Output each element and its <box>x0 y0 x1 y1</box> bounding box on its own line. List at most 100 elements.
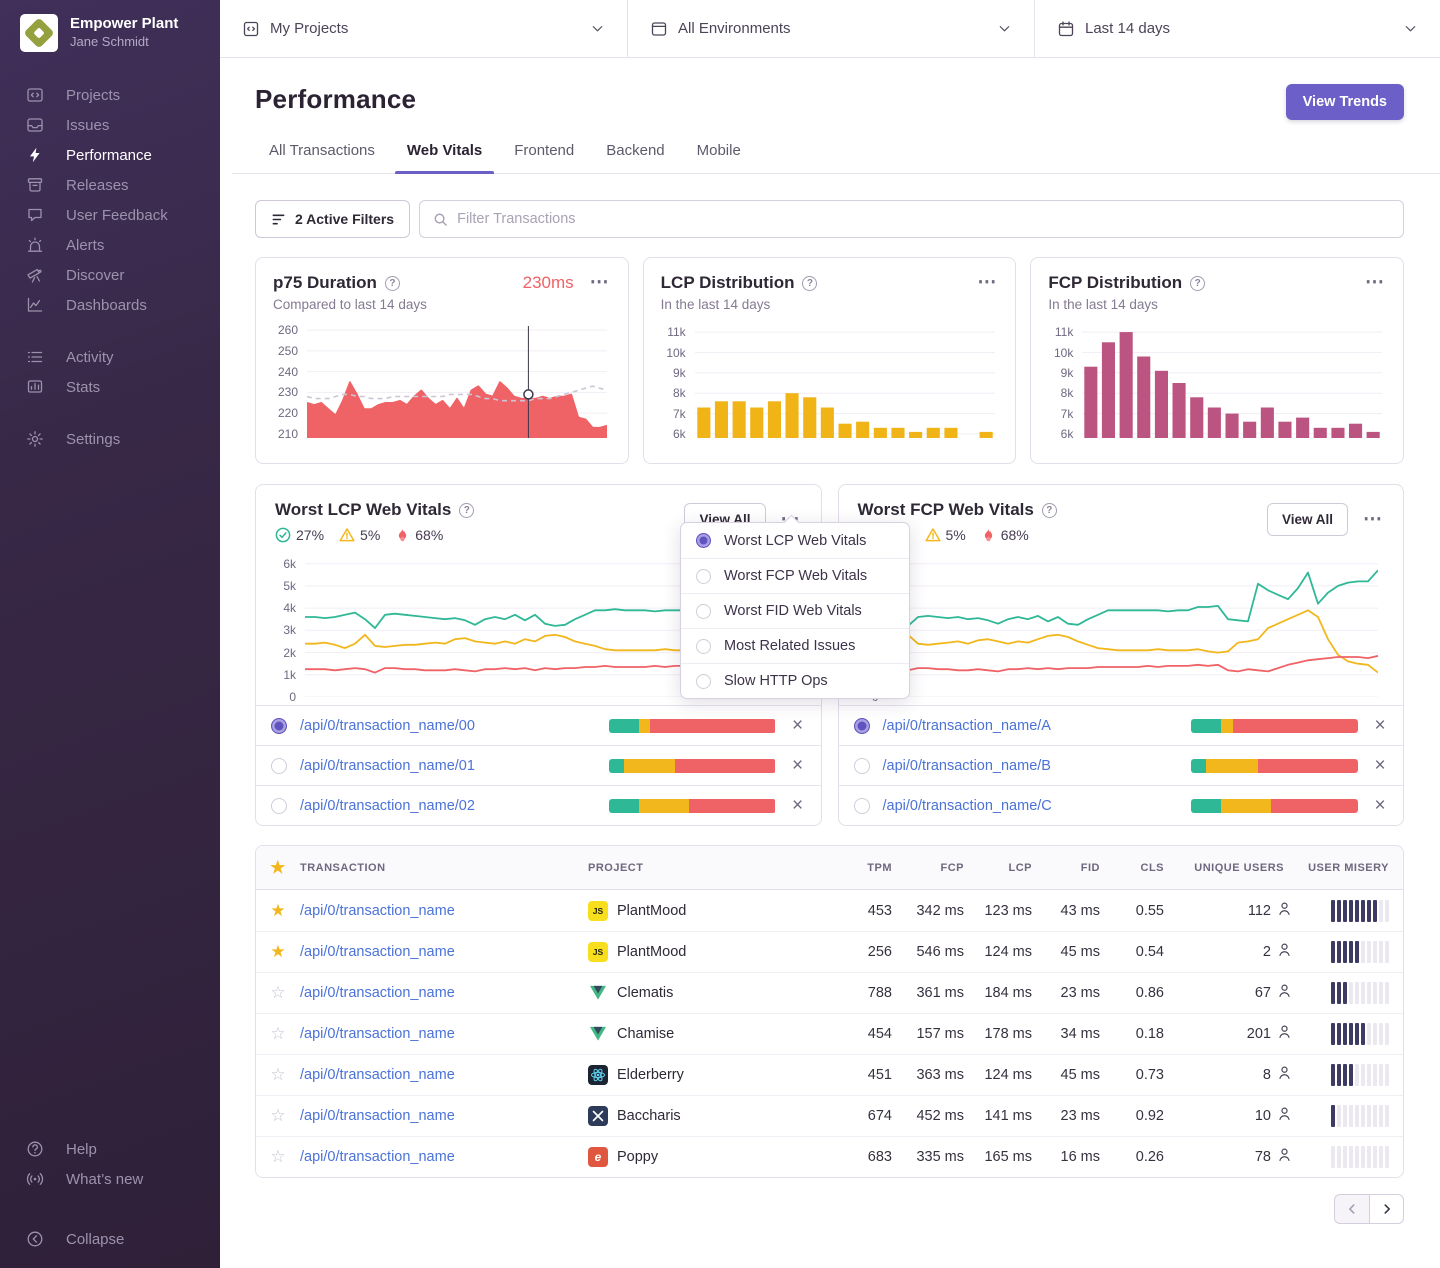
transaction-link[interactable]: /api/0/transaction_name/C <box>883 798 1192 814</box>
active-filters-button[interactable]: 2 Active Filters <box>255 200 410 238</box>
warning-triangle-icon <box>339 527 355 543</box>
environment-selector[interactable]: All Environments <box>628 0 1035 57</box>
more-icon[interactable]: ⋯ <box>1363 514 1384 525</box>
next-page-button[interactable] <box>1369 1194 1404 1224</box>
more-icon[interactable]: ⋯ <box>977 277 998 288</box>
transaction-link[interactable]: /api/0/transaction_name <box>300 1149 588 1165</box>
star-outline-icon[interactable]: ☆ <box>256 983 300 1003</box>
close-icon[interactable]: × <box>788 716 808 735</box>
close-icon[interactable]: × <box>1370 796 1390 815</box>
sidebar-item-issues[interactable]: Issues <box>0 110 220 140</box>
sidebar-item-user-feedback[interactable]: User Feedback <box>0 200 220 230</box>
radio-selected-icon[interactable] <box>854 718 870 734</box>
transaction-link[interactable]: /api/0/transaction_name <box>300 1067 588 1083</box>
sidebar-item-alerts[interactable]: Alerts <box>0 230 220 260</box>
sidebar-item-settings[interactable]: Settings <box>0 424 220 454</box>
fcp-value: 342 ms <box>896 903 968 919</box>
sidebar-item-projects[interactable]: Projects <box>0 80 220 110</box>
y-axis-labels: 260250240230220210 <box>273 326 307 438</box>
transaction-link[interactable]: /api/0/transaction_name/02 <box>300 798 609 814</box>
help-icon[interactable]: ? <box>1190 276 1205 291</box>
more-icon[interactable]: ⋯ <box>590 277 611 288</box>
help-icon[interactable]: ? <box>802 276 817 291</box>
dropdown-item-worst-fid-web-vitals[interactable]: Worst FID Web Vitals <box>681 593 909 628</box>
transaction-link[interactable]: /api/0/transaction_name <box>300 903 588 919</box>
transaction-link[interactable]: /api/0/transaction_name <box>300 944 588 960</box>
transaction-link[interactable]: /api/0/transaction_name <box>300 985 588 1001</box>
vitals-transaction-row: /api/0/transaction_name/A × <box>839 705 1404 745</box>
user-icon <box>1277 1147 1292 1167</box>
tab-all-transactions[interactable]: All Transactions <box>255 142 389 173</box>
transaction-link[interactable]: /api/0/transaction_name/00 <box>300 718 609 734</box>
search-input[interactable] <box>457 211 1390 227</box>
cls-value: 0.26 <box>1104 1149 1168 1165</box>
worst-fcp-chart[interactable] <box>888 557 1378 697</box>
active-filters-label: 2 Active Filters <box>295 211 394 227</box>
sidebar-item-discover[interactable]: Discover <box>0 260 220 290</box>
transaction-link[interactable]: /api/0/transaction_name/A <box>883 718 1192 734</box>
star-outline-icon[interactable]: ☆ <box>256 1106 300 1126</box>
unique-users-cell: 67 <box>1168 983 1298 1003</box>
sidebar-item-collapse[interactable]: Collapse <box>0 1224 220 1254</box>
activity-icon <box>26 348 44 366</box>
column-header-lcp: LCP <box>968 862 1036 874</box>
radio-icon[interactable] <box>854 758 870 774</box>
radio-icon[interactable] <box>854 798 870 814</box>
help-icon[interactable]: ? <box>1042 503 1057 518</box>
org-switcher[interactable]: Empower Plant Jane Schmidt <box>0 0 220 52</box>
check-circle-icon <box>275 527 291 543</box>
p75-duration-chart[interactable] <box>307 326 607 438</box>
view-all-button[interactable]: View All <box>1267 503 1348 536</box>
sidebar-item-performance[interactable]: Performance <box>0 140 220 170</box>
tab-backend[interactable]: Backend <box>592 142 678 173</box>
sidebar-item-releases[interactable]: Releases <box>0 170 220 200</box>
tab-mobile[interactable]: Mobile <box>683 142 755 173</box>
tab-frontend[interactable]: Frontend <box>500 142 588 173</box>
radio-selected-icon[interactable] <box>271 718 287 734</box>
dropdown-item-worst-fcp-web-vitals[interactable]: Worst FCP Web Vitals <box>681 558 909 593</box>
star-filled-icon[interactable]: ★ <box>256 942 300 962</box>
radio-selected-icon <box>696 533 711 548</box>
sidebar-item-activity[interactable]: Activity <box>0 342 220 372</box>
table-row: ☆/api/0/transaction_nameElderberry451363… <box>256 1054 1403 1095</box>
star-outline-icon[interactable]: ☆ <box>256 1065 300 1085</box>
sidebar-item-what-s-new[interactable]: What’s new <box>0 1164 220 1194</box>
transaction-link[interactable]: /api/0/transaction_name <box>300 1108 588 1124</box>
sidebar-item-stats[interactable]: Stats <box>0 372 220 402</box>
transaction-link[interactable]: /api/0/transaction_name/B <box>883 758 1192 774</box>
vitals-stats: 27% 5% 68% <box>275 527 684 543</box>
help-icon[interactable]: ? <box>459 503 474 518</box>
transaction-link[interactable]: /api/0/transaction_name/01 <box>300 758 609 774</box>
tab-web-vitals[interactable]: Web Vitals <box>393 142 496 173</box>
project-selector[interactable]: My Projects <box>220 0 628 57</box>
star-outline-icon[interactable]: ☆ <box>256 1147 300 1167</box>
close-icon[interactable]: × <box>1370 716 1390 735</box>
close-icon[interactable]: × <box>1370 756 1390 775</box>
table-row: ☆/api/0/transaction_nameClematis788361 m… <box>256 972 1403 1013</box>
close-icon[interactable]: × <box>788 756 808 775</box>
more-icon[interactable]: ⋯ <box>1365 277 1386 288</box>
fcp-value: 546 ms <box>896 944 968 960</box>
previous-page-button[interactable] <box>1334 1194 1369 1224</box>
help-icon[interactable]: ? <box>385 276 400 291</box>
dropdown-item-slow-http-ops[interactable]: Slow HTTP Ops <box>681 663 909 698</box>
user-misery-bar <box>1298 1146 1403 1168</box>
user-icon <box>1277 1106 1292 1126</box>
radio-icon[interactable] <box>271 758 287 774</box>
view-trends-button[interactable]: View Trends <box>1286 84 1404 120</box>
close-icon[interactable]: × <box>788 796 808 815</box>
star-outline-icon[interactable]: ☆ <box>256 1024 300 1044</box>
card-subtitle: Compared to last 14 days <box>273 297 611 312</box>
star-column-header-icon[interactable]: ★ <box>256 858 300 878</box>
dropdown-item-most-related-issues[interactable]: Most Related Issues <box>681 628 909 663</box>
date-range-selector[interactable]: Last 14 days <box>1035 0 1440 57</box>
sidebar-item-dashboards[interactable]: Dashboards <box>0 290 220 320</box>
sidebar-item-label: Projects <box>66 87 120 104</box>
sidebar-item-help[interactable]: Help <box>0 1134 220 1164</box>
radio-icon[interactable] <box>271 798 287 814</box>
meh-percent: 5% <box>946 527 966 543</box>
transaction-link[interactable]: /api/0/transaction_name <box>300 1026 588 1042</box>
cross-icon <box>588 1106 608 1126</box>
dropdown-item-worst-lcp-web-vitals[interactable]: Worst LCP Web Vitals <box>681 523 909 558</box>
star-filled-icon[interactable]: ★ <box>256 901 300 921</box>
